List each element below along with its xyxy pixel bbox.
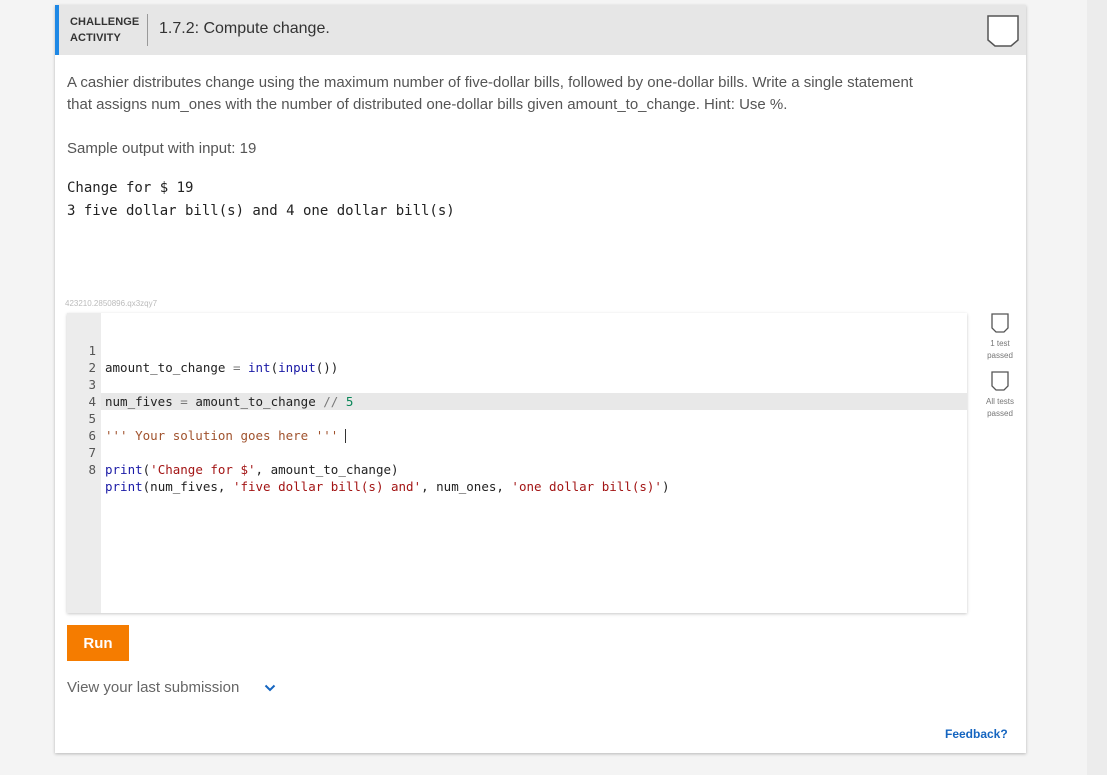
- code-token: amount_to_change: [195, 394, 316, 409]
- test-result-one: 1 test passed: [985, 313, 1015, 362]
- code-token: num_fives: [105, 394, 173, 409]
- challenge-activity-card: CHALLENGE ACTIVITY 1.7.2: Compute change…: [55, 5, 1026, 753]
- run-button[interactable]: Run: [67, 625, 129, 661]
- test-label: All tests: [985, 397, 1014, 406]
- code-token: print: [105, 479, 143, 494]
- test-status: passed: [987, 351, 1013, 360]
- test-label: 1 test: [990, 339, 1010, 348]
- problem-description: A cashier distributes change using the m…: [67, 72, 987, 116]
- code-token: amount_to_change: [105, 360, 226, 375]
- problem-description-line-2: that assigns num_ones with the number of…: [67, 96, 788, 113]
- completion-status-icon: [987, 15, 1019, 47]
- code-text[interactable]: num_fives = amount_to_change // 5: [105, 393, 353, 410]
- page-scrollbar-track[interactable]: [1087, 0, 1107, 775]
- badge-line-2: ACTIVITY: [70, 32, 121, 44]
- code-text[interactable]: amount_to_change = int(input()): [105, 359, 338, 376]
- code-line-1[interactable]: 1 amount_to_change = int(input()): [67, 325, 338, 375]
- code-token: 'one dollar bill(s)': [511, 479, 662, 494]
- code-line-3[interactable]: 3 num_fives = amount_to_change // 5: [67, 359, 353, 409]
- code-text[interactable]: print(num_fives, 'five dollar bill(s) an…: [105, 478, 669, 495]
- code-token: 'five dollar bill(s) and': [232, 479, 422, 494]
- test-status: passed: [987, 409, 1013, 418]
- code-token: input: [278, 360, 316, 375]
- code-token: 'Change for $': [150, 462, 256, 477]
- test-status-icon: [991, 313, 1009, 333]
- sample-output-label: Sample output with input: 19: [67, 140, 257, 157]
- code-line-8[interactable]: 8 print(num_fives, 'five dollar bill(s) …: [67, 444, 669, 494]
- feedback-link[interactable]: Feedback?: [945, 727, 1008, 741]
- code-token: 5: [345, 394, 354, 409]
- text-cursor: [345, 429, 346, 443]
- view-last-submission-label: View your last submission: [67, 679, 240, 696]
- code-editor[interactable]: 1 amount_to_change = int(input()) 2 3 nu…: [67, 313, 967, 613]
- code-line-4[interactable]: 4: [67, 376, 112, 409]
- header-divider: [147, 14, 148, 46]
- code-line-7[interactable]: 7 print('Change for $', amount_to_change…: [67, 427, 398, 477]
- line-number: 8: [88, 462, 96, 477]
- sample-output-block: Change for $ 19 3 five dollar bill(s) an…: [67, 177, 455, 223]
- code-token: (num_fives,: [142, 479, 233, 494]
- code-token: =: [172, 394, 196, 409]
- badge-line-1: CHALLENGE: [70, 16, 140, 28]
- code-token: int: [248, 360, 271, 375]
- test-status-icon: [991, 371, 1009, 391]
- code-token: =: [225, 360, 248, 375]
- activity-header: CHALLENGE ACTIVITY 1.7.2: Compute change…: [55, 5, 1026, 55]
- problem-description-line-1: A cashier distributes change using the m…: [67, 74, 913, 91]
- activity-type-badge: CHALLENGE ACTIVITY: [70, 14, 139, 46]
- code-line-6[interactable]: 6: [67, 410, 112, 443]
- code-text[interactable]: print('Change for $', amount_to_change): [105, 461, 399, 478]
- code-token: (: [270, 360, 279, 375]
- code-token: , amount_to_change): [255, 462, 399, 477]
- activity-id: 423210.2850896.qx3zqy7: [65, 299, 158, 308]
- solution-placeholder-comment: ''' Your solution goes here ''': [105, 428, 339, 443]
- code-token: , num_ones,: [421, 479, 512, 494]
- test-result-all: All tests passed: [985, 371, 1015, 420]
- code-token: ): [661, 479, 670, 494]
- view-last-submission-toggle[interactable]: View your last submission: [67, 679, 276, 696]
- activity-title: 1.7.2: Compute change.: [159, 20, 330, 37]
- code-token: ()): [315, 360, 339, 375]
- code-line-5[interactable]: 5 ''' Your solution goes here ''': [67, 393, 346, 443]
- sample-output-line-1: Change for $ 19: [67, 180, 194, 196]
- code-text[interactable]: ''' Your solution goes here ''': [105, 427, 346, 444]
- code-line-2[interactable]: 2: [67, 342, 112, 375]
- sample-output-line-2: 3 five dollar bill(s) and 4 one dollar b…: [67, 203, 455, 219]
- chevron-down-icon: [264, 684, 276, 692]
- code-token: //: [315, 394, 346, 409]
